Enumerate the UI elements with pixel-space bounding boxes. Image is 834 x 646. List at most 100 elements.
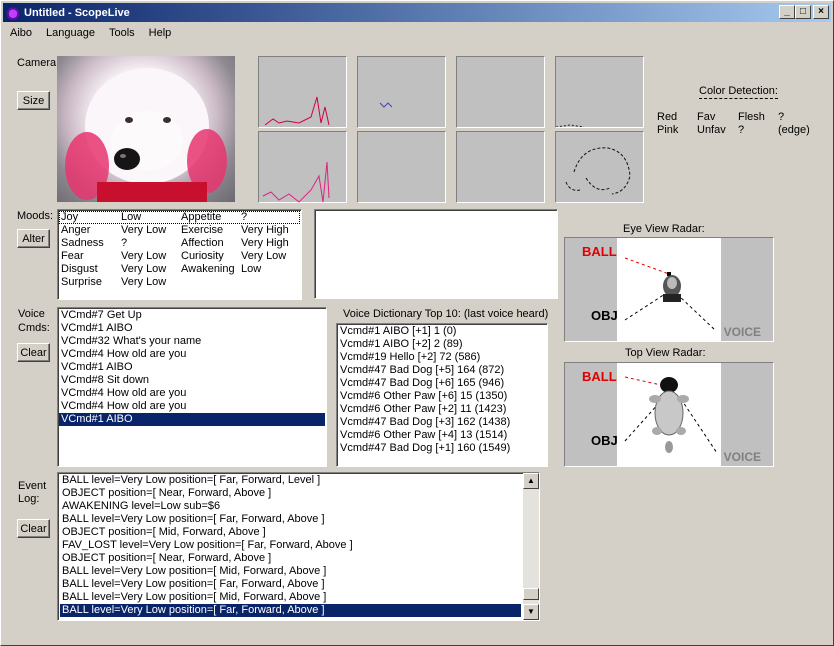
cd-fav: Fav <box>697 111 716 123</box>
dictionary-item[interactable]: Vcmd#47 Bad Dog [+1] 160 (1549) <box>338 442 546 455</box>
eye-radar-title: Eye View Radar: <box>623 223 705 235</box>
voice-dictionary-list[interactable]: Vcmd#1 AIBO [+1] 1 (0) Vcmd#1 AIBO [+2] … <box>336 323 548 467</box>
maximize-button[interactable]: □ <box>795 5 811 19</box>
voice-cmd-list[interactable]: VCmd#7 Get Up VCmd#1 AIBO VCmd#32 What's… <box>57 307 327 467</box>
scroll-thumb[interactable] <box>523 588 539 600</box>
top-radar-obj-label: OBJ <box>591 433 618 448</box>
menu-help[interactable]: Help <box>142 27 179 39</box>
dictionary-item[interactable]: Vcmd#6 Other Paw [+2] 11 (1423) <box>338 403 546 416</box>
menu-tools[interactable]: Tools <box>102 27 142 39</box>
mood-row[interactable]: Anger Very Low Exercise Very High <box>59 224 300 237</box>
cd-edge: (edge) <box>778 124 810 136</box>
voice-clear-button[interactable]: Clear <box>17 343 50 362</box>
dictionary-item[interactable]: Vcmd#6 Other Paw [+6] 15 (1350) <box>338 390 546 403</box>
dictionary-item[interactable]: Vcmd#6 Other Paw [+4] 13 (1514) <box>338 429 546 442</box>
event-log-item[interactable]: BALL level=Very Low position=[ Mid, Forw… <box>60 565 521 578</box>
event-log-item[interactable]: BALL level=Very Low position=[ Far, Forw… <box>60 578 521 591</box>
thumb-unfav <box>357 131 446 203</box>
voice-cmd-item-selected[interactable]: VCmd#1 AIBO <box>59 413 325 426</box>
event-log-list[interactable]: BALL level=Very Low position=[ Far, Forw… <box>57 472 540 621</box>
dictionary-item[interactable]: Vcmd#47 Bad Dog [+5] 164 (872) <box>338 364 546 377</box>
cd-red: Red <box>657 111 678 123</box>
thumb-pink <box>258 131 347 203</box>
voice-cmd-item[interactable]: VCmd#8 Sit down <box>59 374 325 387</box>
camera-view <box>57 56 235 202</box>
top-radar-ball-label: BALL <box>582 369 617 384</box>
menu-language[interactable]: Language <box>39 27 102 39</box>
thumb-fav <box>357 56 446 128</box>
event-log-item[interactable]: OBJECT position=[ Near, Forward, Above ] <box>60 552 521 565</box>
voice-cmd-item[interactable]: VCmd#4 How old are you <box>59 387 325 400</box>
event-log-item[interactable]: BALL level=Very Low position=[ Far, Forw… <box>60 474 521 487</box>
mood-row[interactable]: Surprise Very Low <box>59 276 300 289</box>
edge-detection-trace <box>565 147 631 195</box>
mood-row[interactable]: Fear Very Low Curiosity Very Low <box>59 250 300 263</box>
mood-name: Anger <box>61 224 91 236</box>
moods-label: Moods: <box>17 210 54 222</box>
menu-aibo[interactable]: Aibo <box>3 27 39 39</box>
voice-cmd-item[interactable]: VCmd#1 AIBO <box>59 361 325 374</box>
cd-pink: Pink <box>657 124 679 136</box>
thumb-edge <box>555 131 644 203</box>
voice-cmd-item[interactable]: VCmd#4 How old are you <box>59 400 325 413</box>
main-window: Untitled - ScopeLive _ □ × Aibo Language… <box>0 0 834 646</box>
mood-name: Joy <box>61 211 79 223</box>
mood-row[interactable]: Sadness? Affection Very High <box>59 237 300 250</box>
pink-detection-trace <box>262 161 330 203</box>
voice-cmd-item[interactable]: VCmd#4 How old are you <box>59 348 325 361</box>
close-button[interactable]: × <box>813 5 829 19</box>
mood-level: Low <box>121 211 142 223</box>
mood-name: Surprise <box>61 276 102 288</box>
mood-level: Very Low <box>241 250 287 262</box>
mood-name: Appetite <box>181 211 222 223</box>
event-log-scrollbar[interactable]: ▲ ▼ <box>523 473 539 620</box>
mood-name: Awakening <box>181 263 235 275</box>
event-log-item[interactable]: BALL level=Very Low position=[ Mid, Forw… <box>60 591 521 604</box>
event-label-1: Event <box>18 480 47 492</box>
dictionary-title: Voice Dictionary Top 10: (last voice hea… <box>343 308 549 320</box>
event-log-item-selected[interactable]: BALL level=Very Low position=[ Far, Forw… <box>60 604 521 617</box>
camera-label: Camera: <box>17 57 60 69</box>
voice-cmd-item[interactable]: VCmd#32 What's your name <box>59 335 325 348</box>
window-title: Untitled - ScopeLive <box>24 6 130 19</box>
cd-unfav: Unfav <box>697 124 726 136</box>
mood-row[interactable]: Disgust Very Low Awakening Low <box>59 263 300 276</box>
dictionary-item[interactable]: Vcmd#19 Hello [+2] 72 (586) <box>338 351 546 364</box>
fav-detection-trace <box>379 102 393 108</box>
voice-cmd-item[interactable]: VCmd#7 Get Up <box>59 309 325 322</box>
size-button[interactable]: Size <box>17 91 50 110</box>
mood-level: Very Low <box>121 250 167 262</box>
eye-radar-voice-label: VOICE <box>723 325 761 339</box>
dictionary-item[interactable]: Vcmd#1 AIBO [+1] 1 (0) <box>338 325 546 338</box>
thumb-red <box>258 56 347 128</box>
mood-level: Very High <box>241 224 289 236</box>
top-radar-voice-label: VOICE <box>723 450 761 464</box>
event-log-item[interactable]: AWAKENING level=Low sub=$6 <box>60 500 521 513</box>
mood-name: Exercise <box>181 224 224 236</box>
event-log-item[interactable]: FAV_LOST level=Very Low position=[ Far, … <box>60 539 521 552</box>
event-log-item[interactable]: BALL level=Very Low position=[ Far, Forw… <box>60 513 521 526</box>
title-bar[interactable]: Untitled - ScopeLive _ □ × <box>3 3 831 22</box>
mood-level: Low <box>241 263 262 275</box>
mood-level: ? <box>241 211 248 223</box>
moods-list[interactable]: Joy Low Appetite? Anger Very Low Exercise Ver… <box>57 209 302 300</box>
red-detection-trace <box>264 96 330 126</box>
scroll-up-icon[interactable]: ▲ <box>523 473 539 489</box>
scroll-down-icon[interactable]: ▼ <box>523 604 539 620</box>
cd-q1: ? <box>778 111 785 123</box>
q1-detection-trace <box>555 124 585 128</box>
eye-view-radar: BALL OBJ VOICE <box>564 237 774 342</box>
mood-name: Fear <box>61 250 84 262</box>
mood-name: Affection <box>181 237 224 249</box>
mood-row[interactable]: Joy Low Appetite? <box>59 211 300 224</box>
event-clear-button[interactable]: Clear <box>17 519 50 538</box>
minimize-button[interactable]: _ <box>779 5 795 19</box>
mood-level: Very Low <box>121 224 167 236</box>
alter-button[interactable]: Alter <box>17 229 50 248</box>
voice-cmd-item[interactable]: VCmd#1 AIBO <box>59 322 325 335</box>
event-log-item[interactable]: OBJECT position=[ Mid, Forward, Above ] <box>60 526 521 539</box>
dictionary-item[interactable]: Vcmd#47 Bad Dog [+3] 162 (1438) <box>338 416 546 429</box>
dictionary-item[interactable]: Vcmd#47 Bad Dog [+6] 165 (946) <box>338 377 546 390</box>
event-log-item[interactable]: OBJECT position=[ Near, Forward, Above ] <box>60 487 521 500</box>
dictionary-item[interactable]: Vcmd#1 AIBO [+2] 2 (89) <box>338 338 546 351</box>
